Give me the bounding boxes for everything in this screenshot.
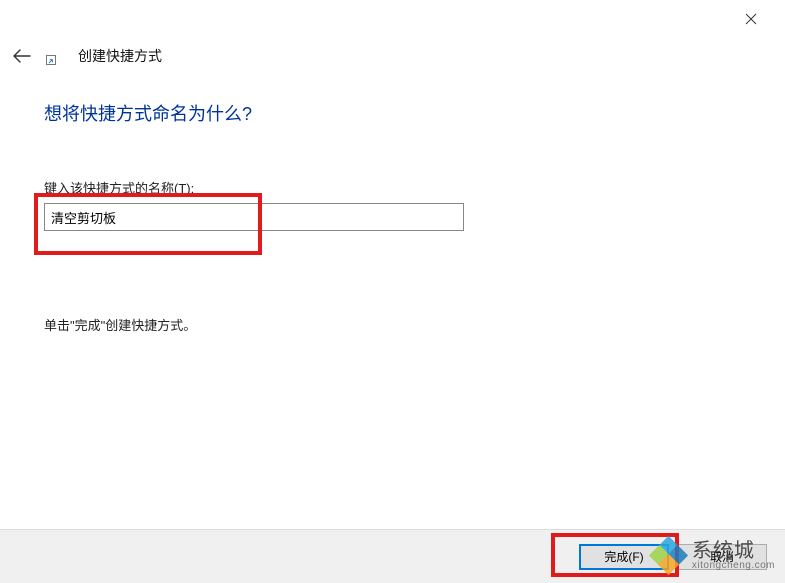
back-button[interactable] <box>12 46 32 66</box>
shortcut-name-input[interactable] <box>44 203 464 231</box>
shortcut-overlay-icon <box>46 55 56 65</box>
footer-bar: 完成(F) 取消 <box>0 529 785 583</box>
close-icon <box>745 13 757 25</box>
back-arrow-icon <box>13 49 31 63</box>
close-button[interactable] <box>729 8 773 30</box>
shortcut-wizard-icon <box>46 47 64 65</box>
wizard-title: 创建快捷方式 <box>78 46 162 66</box>
finish-button[interactable]: 完成(F) <box>579 544 669 570</box>
instruction-text: 单击"完成"创建快捷方式。 <box>44 315 741 334</box>
cancel-button[interactable]: 取消 <box>677 544 767 570</box>
page-heading: 想将快捷方式命名为什么? <box>44 100 741 126</box>
name-field-label: 键入该快捷方式的名称(T): <box>44 178 741 197</box>
